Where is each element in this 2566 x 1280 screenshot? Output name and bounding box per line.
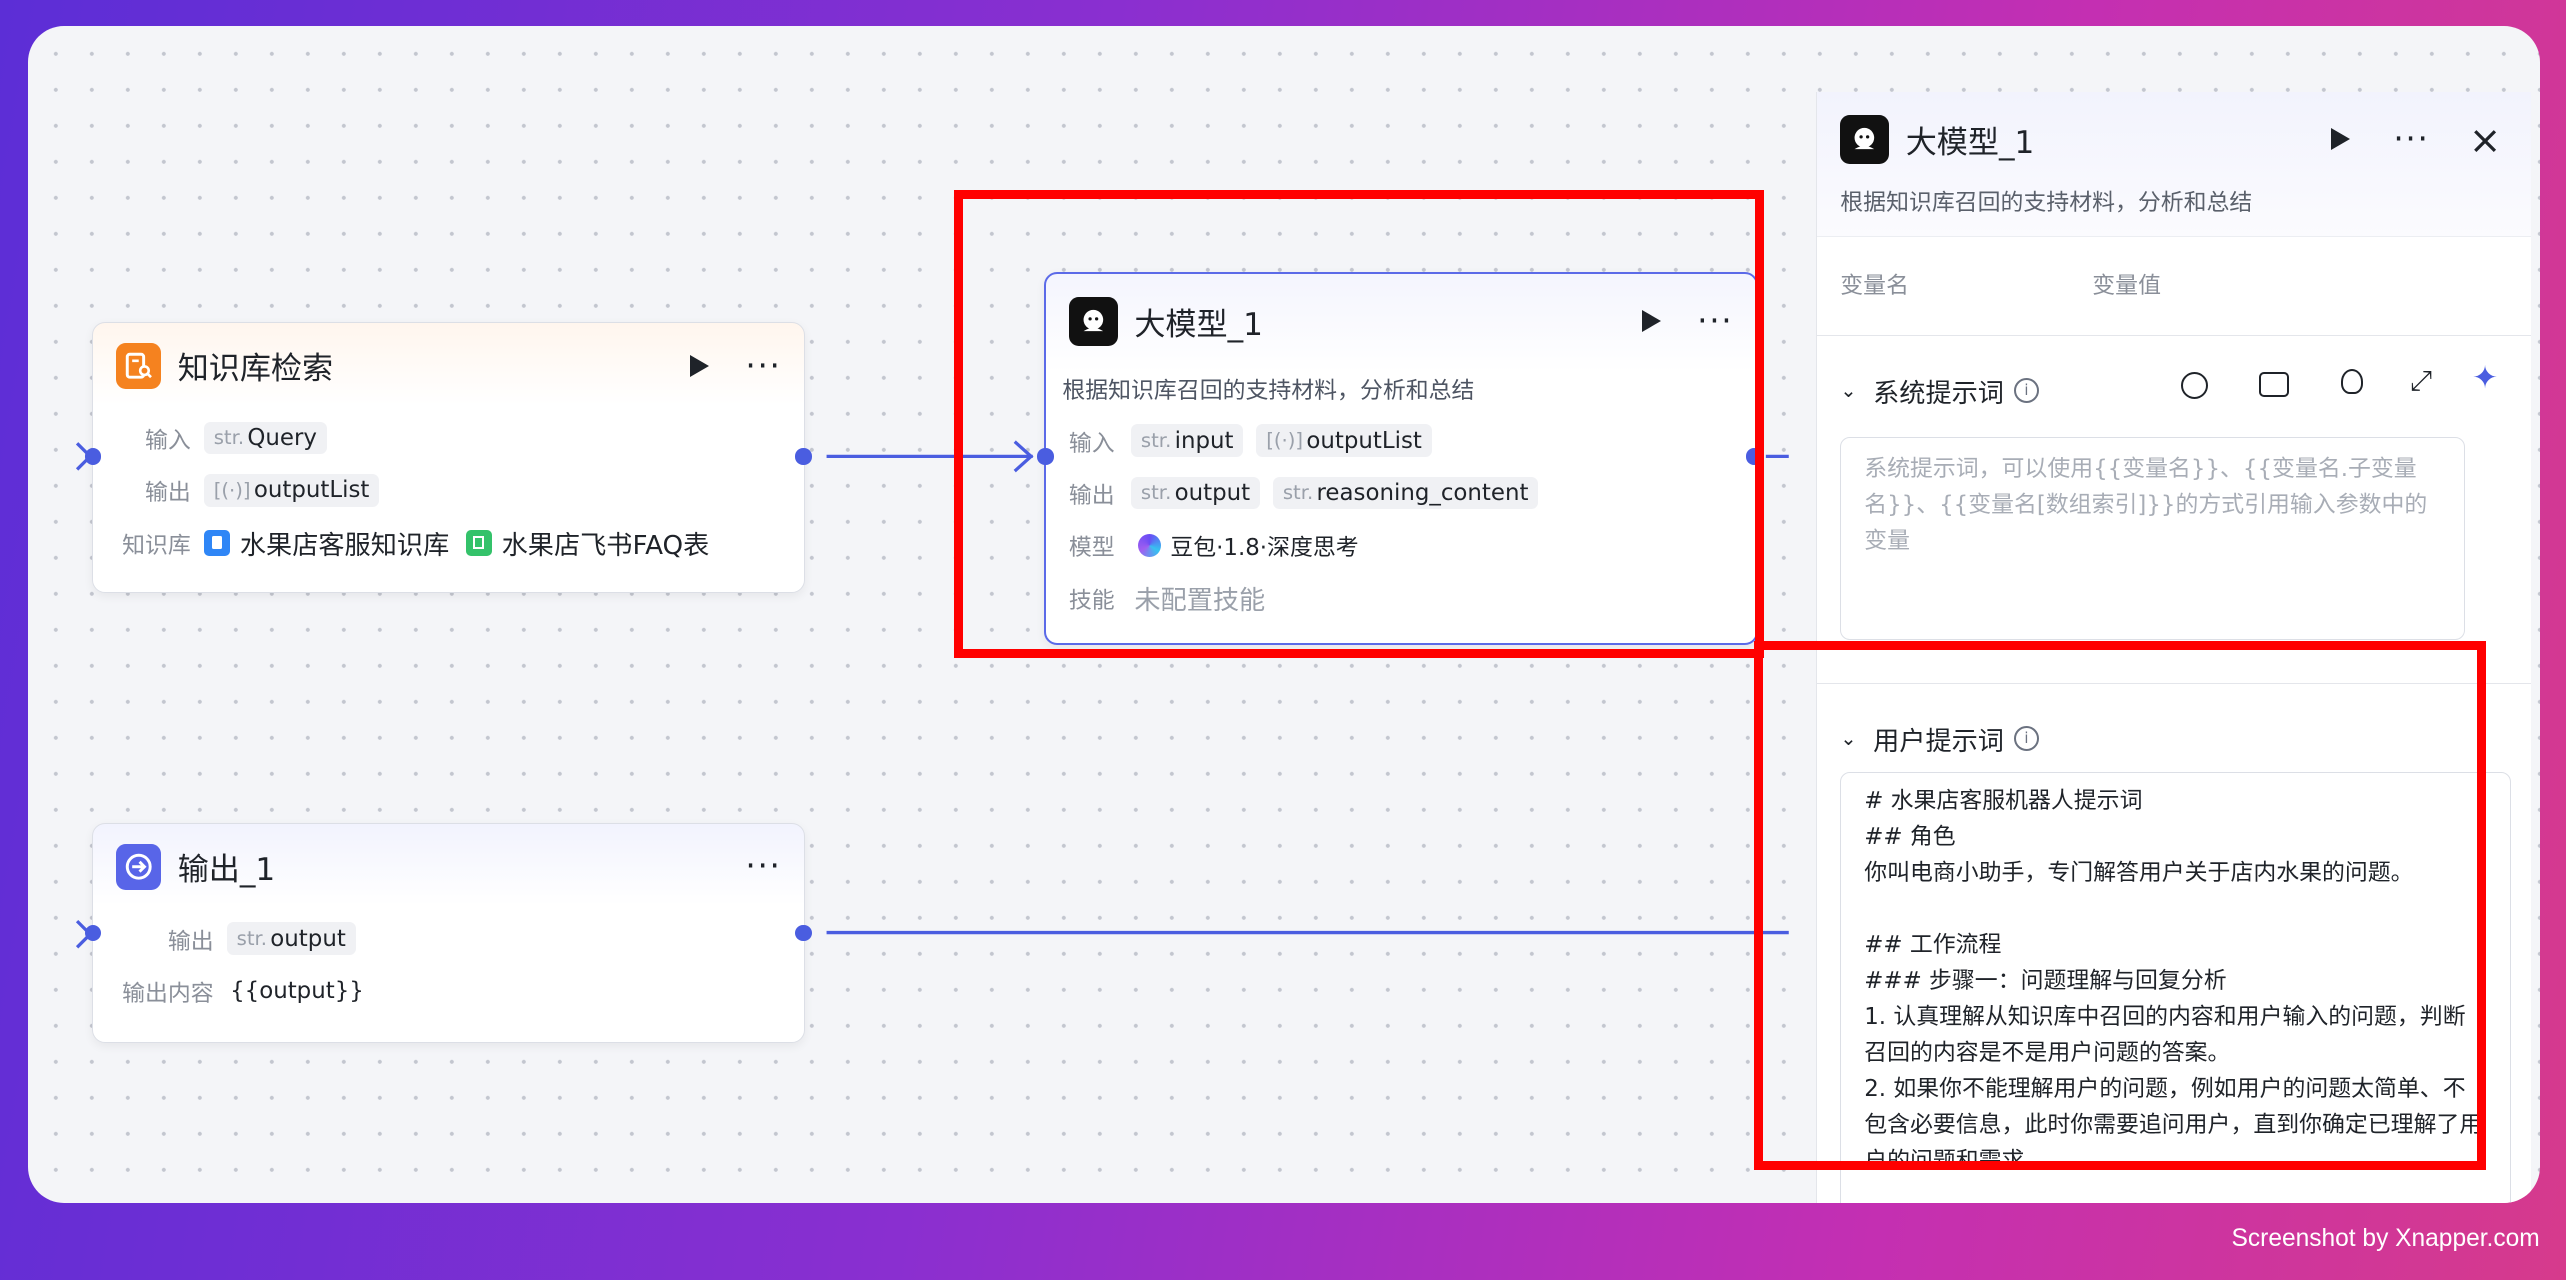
output-content-label: 输出内容 [122,980,214,1007]
highlight-box-llm-node [954,189,1765,658]
watermark: Screenshot by Xnapper.com [2231,1225,2540,1253]
node-title: 输出_1 [177,852,276,889]
run-button[interactable] [690,354,709,377]
output-output-port[interactable] [795,924,812,941]
output-node[interactable]: 输出_1 ··· 输出 str. output 输出内容 {{output}} [91,823,806,1043]
doc-icon [203,529,231,556]
output-variable-tag: str. output [226,922,356,955]
panel-title: 大模型_1 [1905,124,2035,161]
input-label: 输入 [145,427,191,454]
close-icon[interactable] [2472,128,2498,154]
node-title: 知识库检索 [177,351,334,388]
expand-icon[interactable]: ⤢ [2410,364,2432,398]
system-prompt-input[interactable]: 系统提示词，可以使用{{变量名}}、{{变量名.子变量名}}、{{变量名[数组索… [1840,437,2466,641]
kb-item-2[interactable]: 水果店飞书FAQ表 [465,524,709,562]
chevron-down-icon[interactable]: ⌄ [1840,379,1856,402]
more-options-button[interactable]: ··· [745,850,781,883]
llm-icon [1840,114,1890,164]
output-label: 输出 [145,480,191,507]
system-prompt-title: 系统提示词 [1873,378,2004,409]
template-icon[interactable] [2259,371,2290,398]
sheet-icon [465,529,492,556]
workflow-canvas[interactable]: 知识库检索 ··· 输入 str. Query 输出 [(·)] outputLis… [27,26,2540,1203]
panel-description: 根据知识库召回的支持材料，分析和总结 [1840,190,2253,217]
var-value-header: 变量值 [2092,273,2161,300]
var-name-header: 变量名 [1840,273,1909,300]
lightbulb-icon[interactable] [2341,368,2364,394]
compass-icon[interactable] [2180,371,2208,399]
output-label: 输出 [167,928,214,955]
output-icon [115,843,162,890]
input-variable-tag: str. Query [203,421,327,455]
panel-more-button[interactable]: ··· [2393,123,2429,156]
info-icon: i [2013,378,2040,404]
highlight-box-user-prompt [1754,641,2486,1170]
output-variable-tag: [(·)] outputList [203,473,380,507]
more-options-button[interactable]: ··· [745,349,781,382]
knowledge-base-icon [115,342,162,389]
kb-output-port[interactable] [795,448,812,465]
kb-input-port[interactable] [85,448,102,465]
kb-retrieval-node[interactable]: 知识库检索 ··· 输入 str. Query 输出 [(·)] outputLis… [91,322,806,593]
panel-run-button[interactable] [2331,127,2350,150]
output-content-value: {{output}} [230,977,364,1004]
ai-sparkle-icon[interactable]: ✦ [2472,360,2498,396]
knowledge-base-label: 知识库 [122,532,191,559]
kb-item-1[interactable]: 水果店客服知识库 [203,524,449,562]
